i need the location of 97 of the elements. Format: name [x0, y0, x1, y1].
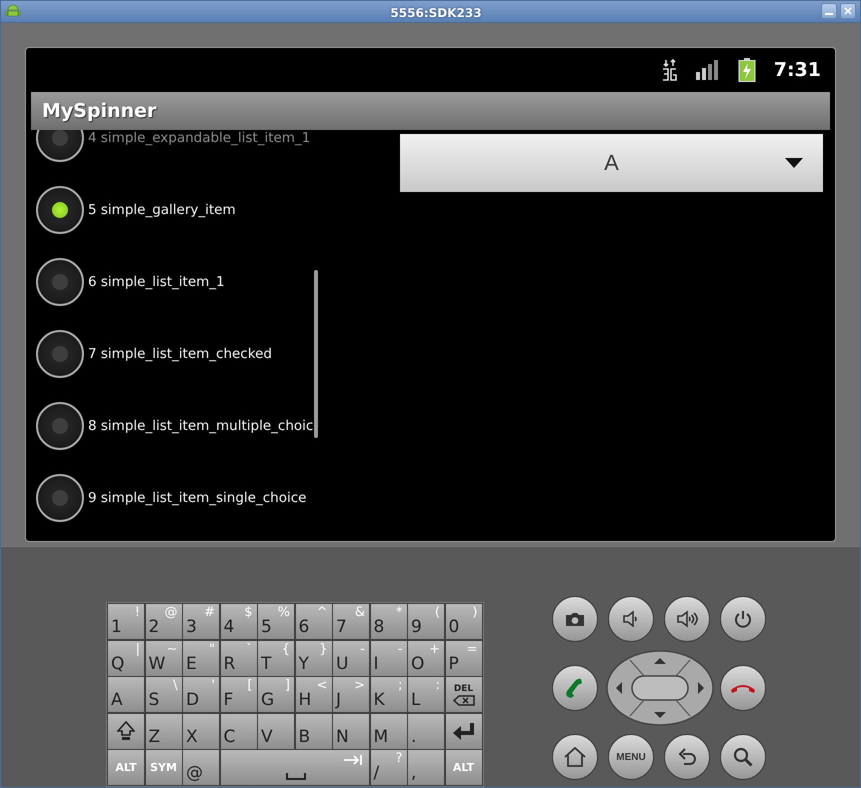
keyboard-key[interactable]: T {	[258, 640, 294, 676]
keyboard-key[interactable]: N	[333, 714, 369, 748]
status-time: 7:31	[774, 58, 821, 81]
signal-bars-icon	[696, 60, 720, 80]
keyboard-key[interactable]: 9 (	[408, 604, 444, 639]
back-button[interactable]	[664, 734, 710, 780]
radio-button[interactable]	[36, 402, 84, 450]
dpad-control[interactable]	[606, 650, 714, 726]
caret-icon	[785, 158, 803, 168]
keyboard-key[interactable]: 1 !	[108, 604, 144, 639]
enter-arrow-icon	[452, 722, 476, 740]
house-icon	[564, 747, 586, 767]
keyboard-key[interactable]: D '	[183, 677, 219, 712]
keyboard-key[interactable]: P =	[446, 640, 482, 676]
keyboard-key[interactable]: B	[296, 714, 332, 748]
power-icon	[734, 610, 752, 628]
minimize-icon	[825, 13, 833, 16]
keyboard-key[interactable]: 0 )	[446, 604, 482, 639]
volume-up-button[interactable]	[664, 596, 710, 642]
battery-charging-icon	[738, 58, 756, 82]
keyboard-key[interactable]: 7 &	[333, 604, 369, 639]
list-item[interactable]: 4 simple_expandable_list_item_1	[36, 130, 326, 174]
keyboard-key[interactable]: M	[370, 714, 406, 748]
keyboard-key[interactable]: 8 *	[370, 604, 406, 639]
list-item-label: 8 simple_list_item_multiple_choic	[88, 418, 314, 434]
close-button[interactable]	[840, 3, 856, 20]
android-robot-icon	[5, 3, 21, 20]
menu-button[interactable]: MENU	[608, 734, 654, 780]
speaker-low-icon	[622, 610, 640, 628]
keyboard-key[interactable]: X	[183, 714, 219, 748]
call-button[interactable]	[552, 665, 598, 711]
minimize-button[interactable]	[821, 3, 837, 20]
list-item-label: 6 simple_list_item_1	[88, 274, 225, 290]
keyboard-key[interactable]: 5 %	[258, 604, 294, 639]
keyboard-key[interactable]: H <	[296, 677, 332, 712]
close-icon	[843, 6, 853, 16]
app-title: MySpinner	[42, 100, 156, 122]
keyboard-key[interactable]: 6 ^	[296, 604, 332, 639]
end-call-button[interactable]	[720, 665, 766, 711]
3g-data-icon	[662, 58, 678, 81]
back-arrow-icon	[677, 747, 697, 767]
list-item[interactable]: 9 simple_list_item_single_choice	[36, 462, 326, 534]
keyboard-key[interactable]: I -	[370, 640, 406, 676]
list-item-label: 5 simple_gallery_item	[88, 202, 236, 218]
keyboard-key[interactable]: @	[183, 750, 219, 785]
camera-button[interactable]	[552, 596, 598, 642]
volume-down-button[interactable]	[608, 596, 654, 642]
keyboard-key[interactable]: W ~	[146, 640, 182, 676]
keyboard-key[interactable]: Q |	[108, 640, 144, 676]
list-item-label: 7 simple_list_item_checked	[88, 346, 272, 362]
list-item[interactable]: 6 simple_list_item_1	[36, 246, 326, 318]
radio-button[interactable]	[36, 330, 84, 378]
keyboard-key[interactable]: DEL	[446, 677, 482, 712]
keyboard-key[interactable]: S \	[146, 677, 182, 712]
keyboard-key[interactable]: C	[220, 714, 256, 748]
backspace-icon	[452, 694, 474, 706]
keyboard-key[interactable]: 2 @	[146, 604, 182, 639]
list-item[interactable]: 8 simple_list_item_multiple_choic	[36, 390, 326, 462]
list-item-label: 9 simple_list_item_single_choice	[88, 490, 306, 506]
radio-button[interactable]	[36, 474, 84, 522]
keyboard-key[interactable]: F [	[220, 677, 256, 712]
search-icon	[733, 747, 753, 767]
window-title: 5556:SDK233	[390, 6, 482, 20]
keyboard-key[interactable]: O +	[408, 640, 444, 676]
keyboard-key[interactable]: A	[108, 677, 144, 712]
radio-button[interactable]	[36, 258, 84, 306]
keyboard-key[interactable]: .	[408, 714, 444, 748]
keyboard-key[interactable]: E "	[183, 640, 219, 676]
tab-arrow-icon	[343, 754, 363, 766]
keyboard-key[interactable]: K ;	[370, 677, 406, 712]
keyboard-key[interactable]: V	[258, 714, 294, 748]
keyboard-key[interactable]	[446, 714, 482, 748]
home-button[interactable]	[552, 734, 598, 780]
keyboard-key[interactable]: Z	[146, 714, 182, 748]
keyboard-key[interactable]: G ]	[258, 677, 294, 712]
speaker-high-icon	[676, 610, 698, 628]
keyboard-key[interactable]: L :	[408, 677, 444, 712]
search-button[interactable]	[720, 734, 766, 780]
keyboard-key[interactable]: ,	[408, 750, 444, 785]
keyboard-key[interactable]: U -	[333, 640, 369, 676]
list-item[interactable]: 5 simple_gallery_item	[36, 174, 326, 246]
list-item-label: 4 simple_expandable_list_item_1	[88, 130, 310, 146]
camera-icon	[565, 612, 585, 626]
keyboard-key[interactable]: 3 #	[183, 604, 219, 639]
spinner-dropdown[interactable]: A	[400, 134, 823, 192]
keyboard-key[interactable]: 4 $	[220, 604, 256, 639]
keyboard-key[interactable]: R `	[220, 640, 256, 676]
keyboard-key[interactable]	[108, 714, 144, 748]
phone-hangup-icon	[730, 682, 756, 694]
keyboard-key[interactable]: / ?	[370, 750, 406, 785]
radio-button[interactable]	[36, 186, 84, 234]
power-button[interactable]	[720, 596, 766, 642]
keyboard-key[interactable]: J >	[333, 677, 369, 712]
shift-arrow-icon	[117, 721, 135, 741]
space-bar-icon	[286, 773, 306, 780]
keyboard-key[interactable]: Y }	[296, 640, 332, 676]
list-item[interactable]: 7 simple_list_item_checked	[36, 318, 326, 390]
